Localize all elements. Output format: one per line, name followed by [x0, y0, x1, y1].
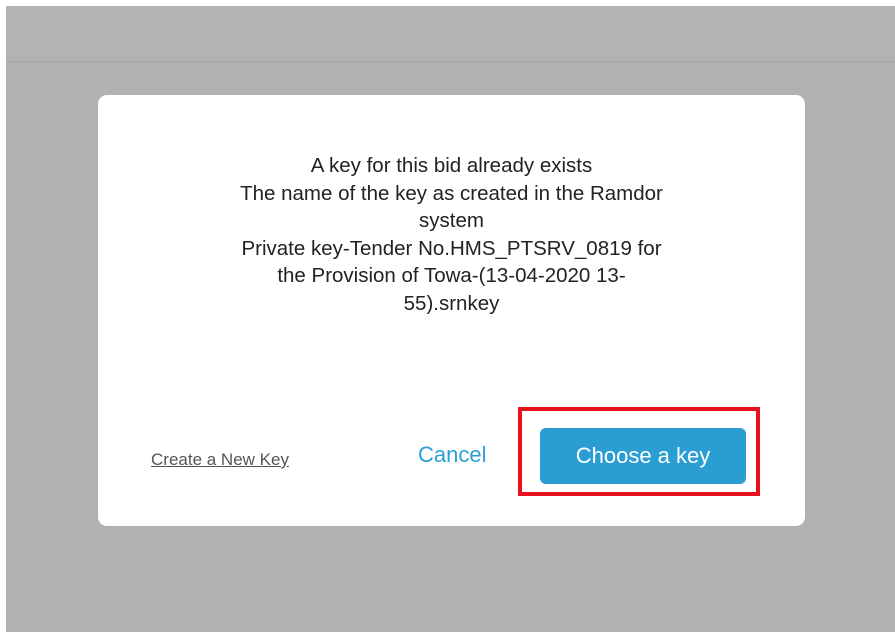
choose-key-button[interactable]: Choose a key — [540, 428, 746, 484]
key-exists-dialog: A key for this bid already exists The na… — [98, 95, 805, 526]
message-line: the Provision of Towa-(13-04-2020 13- — [277, 264, 626, 287]
message-line: Private key-Tender No.HMS_PTSRV_0819 for — [241, 236, 662, 260]
message-line: 55).srnkey — [403, 291, 500, 315]
message-line: system — [419, 209, 484, 232]
dialog-message: A key for this bid already exists The na… — [138, 152, 765, 317]
create-new-key-link[interactable]: Create a New Key — [151, 450, 289, 470]
message-line: The name of the key as created in the Ra… — [240, 181, 663, 205]
header-bar — [6, 6, 895, 62]
message-line: A key for this bid already exists — [310, 154, 593, 177]
cancel-button[interactable]: Cancel — [418, 442, 486, 468]
